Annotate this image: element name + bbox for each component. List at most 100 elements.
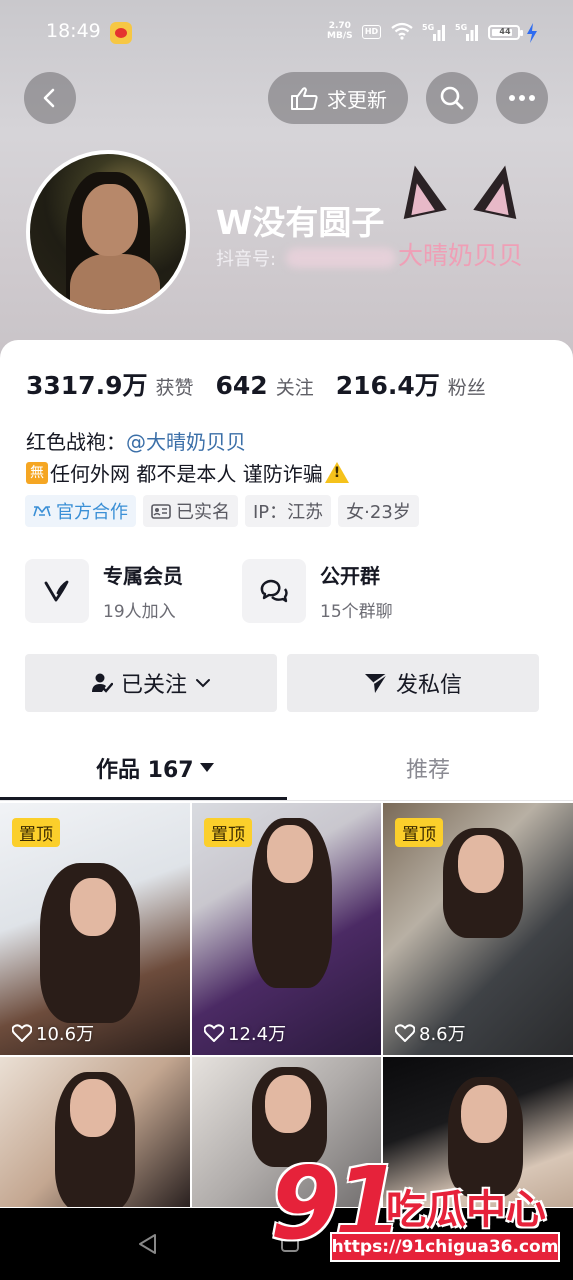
signal-icon: 5G (422, 23, 445, 41)
gender-age-label: 女·23岁 (346, 502, 411, 523)
send-message-label: 发私信 (395, 673, 462, 698)
official-cooperation-tag[interactable]: 官方合作 (25, 495, 136, 527)
signal-label: 5G (455, 23, 467, 32)
heart-icon (204, 1024, 224, 1042)
caret-down-icon (199, 763, 214, 772)
followed-button[interactable]: 已关注 (25, 654, 277, 712)
following-count[interactable]: 642 (216, 371, 268, 400)
nav-back-icon[interactable] (137, 1233, 159, 1255)
video-thumbnail[interactable]: 置顶 10.6万 (0, 803, 190, 1055)
weibo-icon (110, 22, 132, 44)
video-likes: 12.4万 (204, 1020, 286, 1046)
bio-text: 任何外网 都不是本人 谨防诈骗 (50, 462, 323, 486)
more-button[interactable] (496, 72, 548, 124)
bio-line-2: 無 任何外网 都不是本人 谨防诈骗 (26, 458, 349, 487)
bio-mention-link[interactable]: @大晴奶贝贝 (126, 430, 246, 454)
network-speed-value: 2.70 (328, 21, 351, 31)
search-icon (440, 86, 464, 110)
more-icon (509, 95, 535, 101)
douyin-id-label: 抖音号: (216, 249, 277, 270)
member-icon-box (25, 559, 89, 623)
watermark-url: https://91chigua36.com (330, 1232, 560, 1262)
ip-location-tag: IP：江苏 (245, 495, 332, 527)
profile-tags: 官方合作 已实名 IP：江苏 女·23岁 (25, 495, 419, 527)
watermark-logo-text: 吃瓜中心 (386, 1187, 546, 1233)
tab-divider (0, 800, 573, 801)
network-speed: 2.70 MB/S (327, 21, 353, 41)
v-member-icon (44, 580, 69, 602)
likes-count: 3317.9万 (26, 371, 148, 400)
group-title: 公开群 (320, 564, 380, 588)
followers-label[interactable]: 粉丝 (448, 373, 486, 400)
back-button[interactable] (24, 72, 76, 124)
ip-location-label: IP：江苏 (253, 502, 324, 523)
signal-icon: 5G (455, 23, 478, 41)
send-message-button[interactable]: 发私信 (287, 654, 539, 712)
video-likes-count: 8.6万 (419, 1024, 466, 1045)
thumbnail-figure (267, 825, 313, 883)
avatar-photo-face (82, 184, 138, 256)
back-arrow-icon (43, 88, 55, 108)
status-time: 18:49 (46, 20, 101, 42)
thumbnail-figure (458, 835, 504, 893)
avatar-photo-body (70, 254, 160, 310)
warning-icon (324, 462, 349, 483)
handshake-icon (33, 506, 51, 517)
chat-bubbles-icon (260, 579, 288, 603)
likes-label: 获赞 (155, 377, 194, 399)
signal-label: 5G (422, 23, 434, 32)
tab-works[interactable]: 作品 167 (96, 752, 214, 784)
tab-recommend[interactable]: 推荐 (406, 752, 450, 784)
video-thumbnail[interactable] (0, 1057, 190, 1207)
video-likes: 10.6万 (12, 1020, 94, 1046)
network-speed-unit: MB/S (327, 31, 353, 41)
tab-works-label: 作品 167 (96, 758, 194, 783)
hd-icon: HD (362, 25, 381, 39)
wifi-icon (391, 22, 413, 40)
public-group-entry[interactable]: 公开群 15个群聊 (242, 559, 393, 623)
heart-icon (12, 1024, 32, 1042)
id-card-icon (151, 503, 171, 519)
thumbnail-figure (70, 1079, 116, 1137)
profile-stats: 3317.9万 获赞 642 关注 216.4万 粉丝 (26, 366, 508, 406)
verified-tag: 已实名 (143, 495, 238, 527)
search-button[interactable] (426, 72, 478, 124)
followers-count[interactable]: 216.4万 (336, 366, 440, 402)
pinned-badge: 置顶 (12, 818, 60, 847)
gender-age-tag: 女·23岁 (338, 495, 419, 527)
exclusive-member-entry[interactable]: 专属会员 19人加入 (25, 559, 183, 623)
group-icon-box (242, 559, 306, 623)
request-update-label: 求更新 (327, 87, 387, 112)
user-check-icon (91, 673, 113, 693)
bio-prefix: 红色战袍： (26, 430, 126, 454)
request-update-button[interactable]: 求更新 (268, 72, 408, 124)
bio-line-1: 红色战袍：@大晴奶贝贝 (26, 426, 246, 455)
video-likes: 8.6万 (395, 1020, 466, 1046)
video-likes-count: 12.4万 (228, 1024, 287, 1045)
following-label[interactable]: 关注 (276, 373, 314, 400)
douyin-id-blurred-value (286, 248, 396, 268)
member-title: 专属会员 (103, 564, 183, 588)
pinned-badge: 置顶 (395, 818, 443, 847)
followed-label: 已关注 (120, 673, 187, 698)
status-bar: 18:49 2.70 MB/S HD 5G 5G 44 (0, 0, 573, 64)
douyin-id-overlay-text: 大晴奶贝贝 (398, 241, 524, 270)
thumbnail-figure (70, 878, 116, 936)
pinned-badge: 置顶 (204, 818, 252, 847)
thumbnail-figure (461, 1085, 507, 1143)
thumbnail-figure (265, 1075, 311, 1133)
official-cooperation-label: 官方合作 (56, 502, 128, 523)
no-badge-icon: 無 (26, 461, 48, 484)
video-likes-count: 10.6万 (36, 1024, 95, 1045)
paper-plane-icon (364, 673, 388, 693)
member-subtitle: 19人加入 (103, 602, 176, 622)
avatar[interactable] (26, 150, 190, 314)
charging-icon (527, 23, 537, 43)
video-thumbnail[interactable]: 置顶 12.4万 (192, 803, 381, 1055)
group-subtitle: 15个群聊 (320, 602, 393, 622)
hand-point-icon (291, 87, 318, 110)
chevron-down-icon (196, 679, 210, 688)
profile-nickname: W没有圆子 (216, 203, 385, 242)
video-thumbnail[interactable]: 置顶 8.6万 (383, 803, 573, 1055)
heart-icon (395, 1024, 415, 1042)
